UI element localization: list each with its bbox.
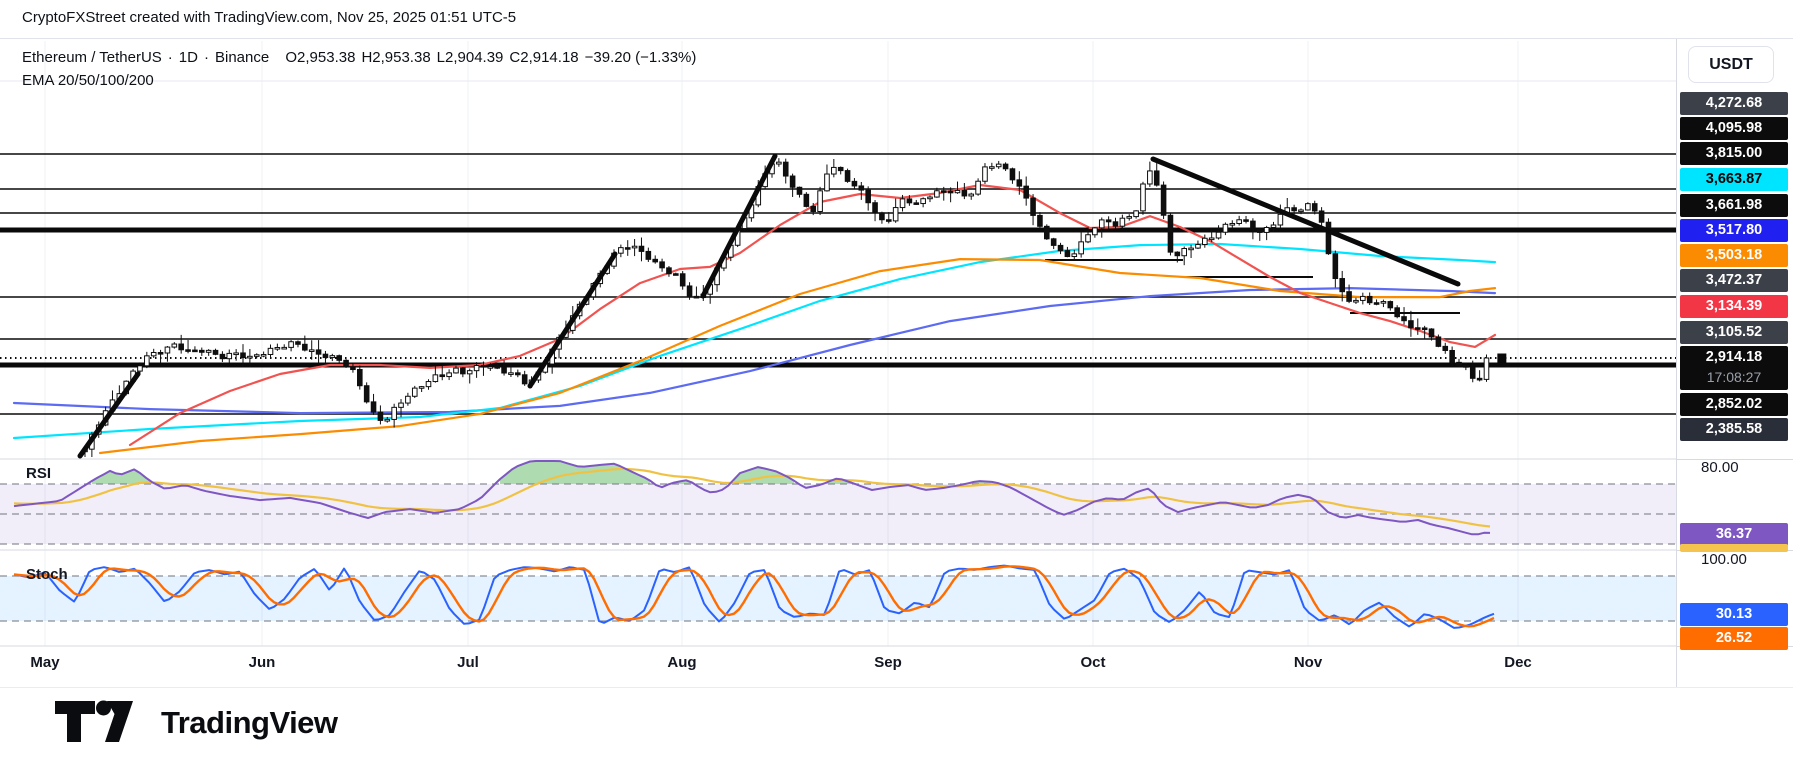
symbol-name[interactable]: Ethereum / TetherUS — [22, 49, 162, 66]
price-level-badge: 2,852.02 — [1680, 393, 1788, 416]
rsi-ma-badge-clipped — [1680, 544, 1788, 552]
price-level-badge: 3,134.39 — [1680, 295, 1788, 318]
bar-countdown: 17:08:27 — [1680, 368, 1788, 387]
month-label-may[interactable]: May — [30, 654, 60, 671]
price-level-badge: 3,472.37 — [1680, 269, 1788, 292]
title-seg: · — [168, 49, 173, 66]
month-label-oct[interactable]: Oct — [1080, 654, 1105, 671]
title-seg: 1D — [179, 49, 198, 66]
month-label-nov[interactable]: Nov — [1294, 654, 1323, 671]
title-seg: · — [204, 49, 209, 66]
price-level-badge: 3,661.98 — [1680, 194, 1788, 217]
chart-canvas[interactable]: May Jun Jul Aug Sep Oct Nov Dec — [0, 39, 1676, 687]
stoch-scale-label: 100.00 — [1701, 551, 1747, 568]
symbol-title-row[interactable]: Ethereum / TetherUS · 1D · Binance O2,953.38… — [22, 49, 702, 66]
title-seg: −39.20 (−1.33%) — [585, 49, 697, 66]
month-label-jun[interactable]: Jun — [249, 654, 276, 671]
price-level-badge: 4,272.68 — [1680, 92, 1788, 115]
rsi-scale-label: 80.00 — [1701, 459, 1739, 476]
chart-widget[interactable]: Ethereum / TetherUS · 1D · Binance O2,953.38… — [0, 38, 1793, 688]
price-level-badge: 2,385.58 — [1680, 418, 1788, 441]
tradingview-logo[interactable]: TradingView — [55, 700, 338, 745]
stoch-d-badge: 26.52 — [1680, 627, 1788, 650]
price-level-badge: 3,663.87 — [1680, 168, 1788, 191]
ema-indicator-label[interactable]: EMA 20/50/100/200 — [22, 72, 154, 89]
month-label-sep[interactable]: Sep — [874, 654, 902, 671]
attribution-text: CryptoFXStreet created with TradingView.… — [22, 9, 516, 26]
tradingview-logo-text: TradingView — [161, 705, 338, 741]
price-level-badge: 3,517.80 — [1680, 219, 1788, 242]
price-level-badge: 3,815.00 — [1680, 142, 1788, 165]
title-seg: H2,953.38 — [361, 49, 430, 66]
current-price-badge: 2,914.1817:08:27 — [1680, 346, 1788, 390]
price-level-badge: 4,095.98 — [1680, 117, 1788, 140]
title-seg: O2,953.38 — [285, 49, 355, 66]
rsi-value-badge: 36.37 — [1680, 523, 1788, 546]
title-seg: C2,914.18 — [509, 49, 578, 66]
month-label-aug[interactable]: Aug — [667, 654, 696, 671]
tradingview-chart-page: CryptoFXStreet created with TradingView.… — [0, 0, 1793, 773]
stoch-k-badge: 30.13 — [1680, 603, 1788, 626]
currency-toggle-button[interactable]: USDT — [1688, 46, 1774, 83]
tradingview-logo-icon — [55, 700, 147, 745]
title-seg: Binance — [215, 49, 269, 66]
month-label-dec[interactable]: Dec — [1504, 654, 1532, 671]
price-level-badge: 3,503.18 — [1680, 244, 1788, 267]
rsi-pane-label[interactable]: RSI — [26, 465, 51, 482]
stoch-pane-label[interactable]: Stoch — [26, 566, 68, 583]
price-axis[interactable]: USDT 4,272.684,095.983,815.00 3,663.87 3,6… — [1676, 39, 1793, 687]
title-seg: L2,904.39 — [437, 49, 504, 66]
last-price: 2,914.18 — [1680, 346, 1788, 368]
month-label-jul[interactable]: Jul — [457, 654, 479, 671]
price-level-badge: 3,105.52 — [1680, 321, 1788, 344]
title-seg — [275, 49, 279, 66]
